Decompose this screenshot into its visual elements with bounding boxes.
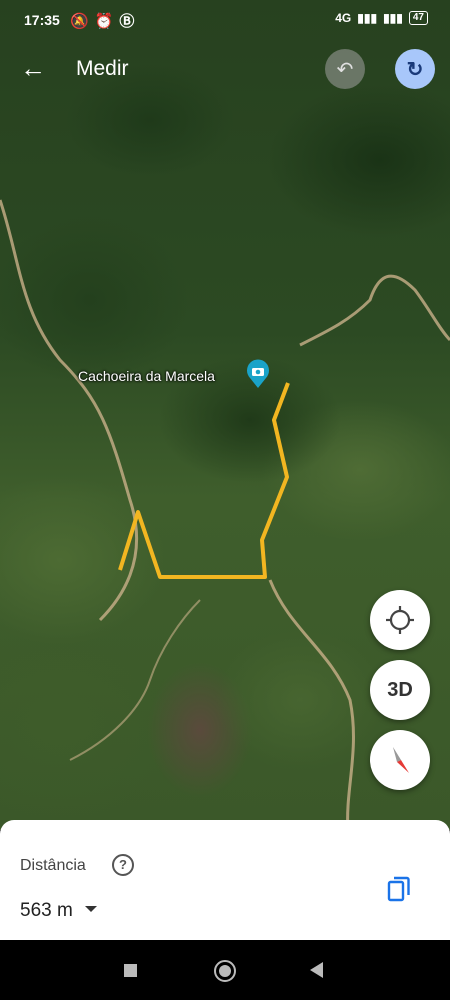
app-bar: ← Medir ↶ ↻	[0, 44, 450, 96]
3d-button[interactable]: 3D	[370, 660, 430, 720]
status-bar: 17:35 🔕⏰Ⓑ 4G ▮▮▮ ▮▮▮ 47	[0, 0, 450, 40]
recents-square-icon[interactable]	[124, 964, 137, 977]
compass-button[interactable]	[370, 730, 430, 790]
back-triangle-icon[interactable]	[310, 962, 323, 978]
copy-icon[interactable]	[386, 875, 412, 903]
dirt-road	[299, 274, 450, 347]
distance-label: Distância	[20, 857, 86, 874]
my-location-button[interactable]	[370, 590, 430, 650]
undo-icon: ↶	[336, 58, 354, 81]
camera-pin-icon[interactable]	[247, 359, 269, 388]
status-icons: 🔕⏰Ⓑ	[70, 10, 140, 31]
redo-button[interactable]: ↻	[395, 49, 435, 89]
bottom-sheet: Distância ? 563 m	[0, 820, 450, 940]
chevron-down-icon[interactable]	[85, 906, 97, 912]
mute-bell-icon: 🔕	[70, 13, 95, 30]
page-title: Medir	[76, 57, 129, 80]
alarm-icon: ⏰	[94, 13, 120, 30]
network-label: 4G	[335, 11, 352, 25]
undo-button[interactable]: ↶	[325, 49, 365, 89]
crosshair-icon	[386, 606, 414, 634]
back-button[interactable]: ←	[20, 54, 50, 84]
dirt-road	[69, 599, 201, 761]
3d-label: 3D	[387, 678, 413, 701]
arrow-left-icon: ←	[20, 53, 46, 83]
place-label[interactable]: Cachoeira da Marcela	[78, 368, 215, 384]
b-icon: Ⓑ	[119, 13, 141, 30]
battery-icon: 47	[408, 11, 428, 25]
compass-icon	[393, 747, 409, 773]
distance-value[interactable]: 563 m	[20, 900, 73, 922]
dirt-road	[0, 199, 139, 622]
signal-icon: ▮▮▮	[357, 11, 378, 25]
measure-path	[118, 382, 290, 579]
dirt-road	[268, 579, 355, 830]
status-time: 17:35	[24, 12, 60, 28]
home-circle-icon[interactable]	[214, 960, 236, 982]
system-nav-bar	[0, 940, 450, 1000]
redo-icon: ↻	[406, 58, 424, 81]
signal2-icon: ▮▮▮	[383, 11, 403, 25]
status-right: 4G ▮▮▮ ▮▮▮ 47	[335, 11, 428, 25]
help-icon[interactable]: ?	[112, 854, 134, 876]
